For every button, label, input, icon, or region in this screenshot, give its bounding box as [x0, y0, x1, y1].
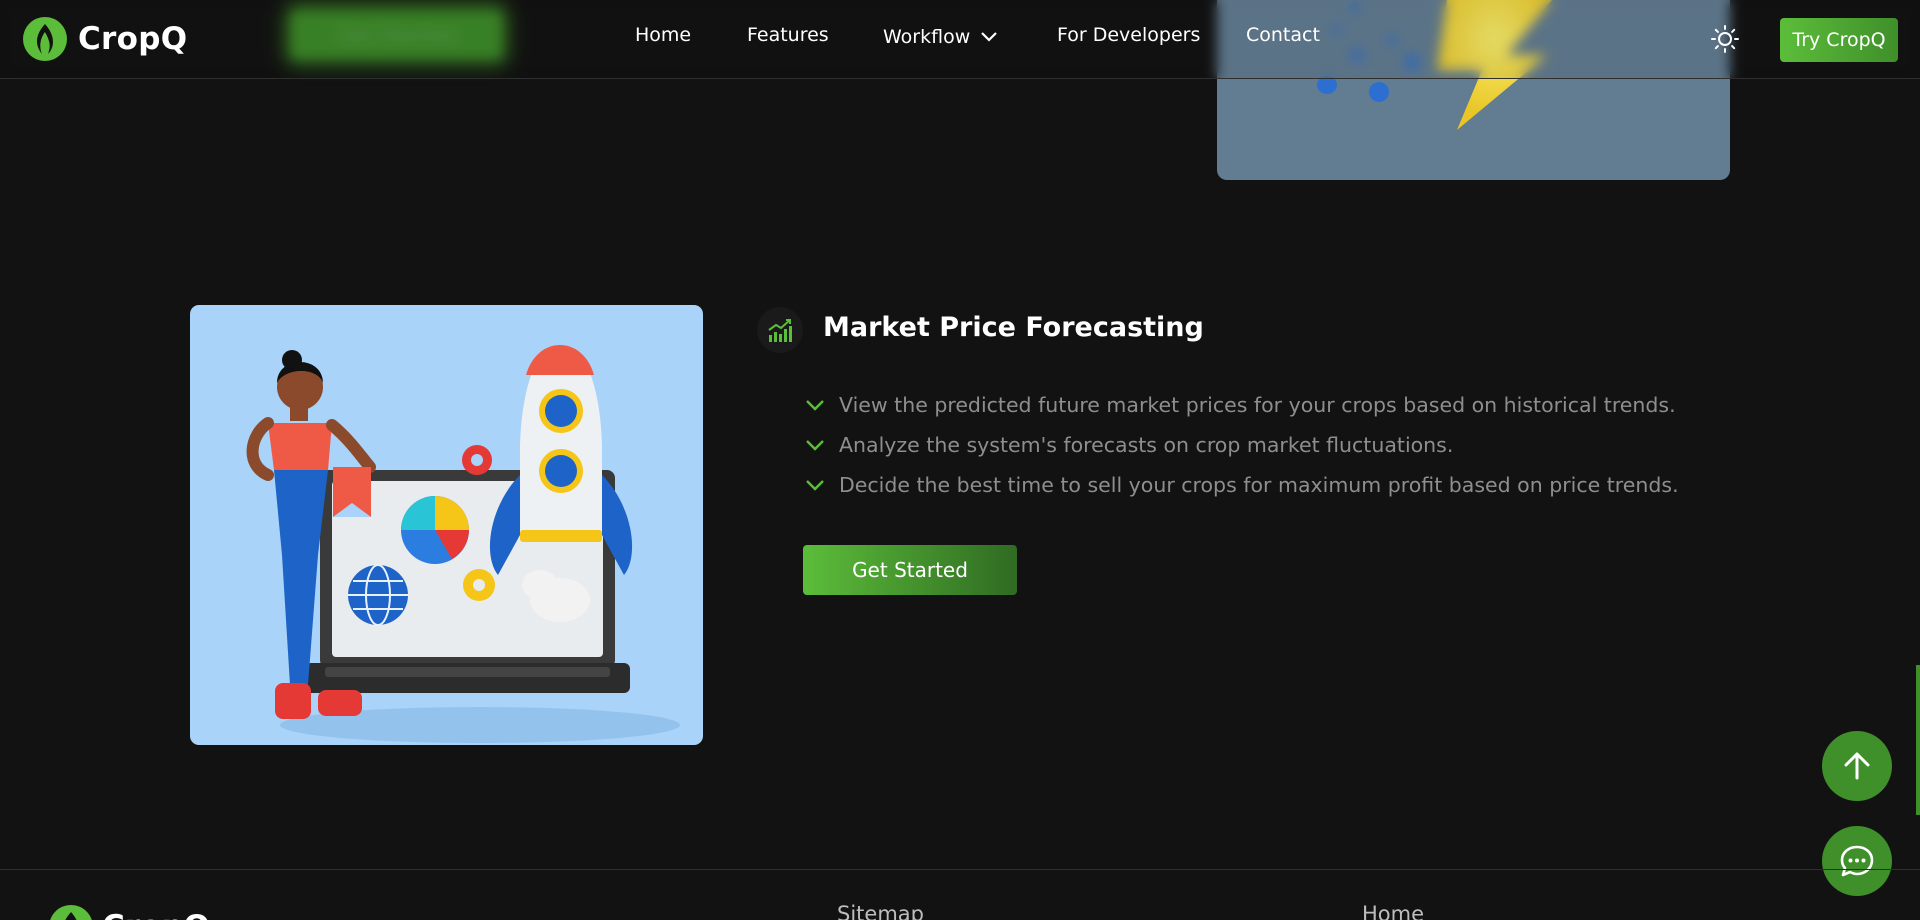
list-item: Decide the best time to sell your crops … — [805, 465, 1679, 505]
nav-workflow-label: Workflow — [883, 26, 971, 48]
scroll-to-top-button[interactable] — [1822, 731, 1892, 801]
list-item: Analyze the system's forecasts on crop m… — [805, 425, 1679, 465]
leaf-flame-logo-icon — [23, 17, 67, 61]
leaf-flame-logo-icon — [50, 905, 92, 920]
nav-contact[interactable]: Contact — [1246, 24, 1320, 46]
market-forecast-illustration — [190, 305, 703, 745]
brand-logo[interactable]: CropQ — [22, 16, 187, 62]
check-icon — [806, 400, 824, 411]
site-footer: CropQ Sitemap Home — [0, 869, 1920, 920]
sun-icon — [1711, 25, 1739, 53]
get-started-button[interactable]: Get Started — [803, 545, 1017, 595]
footer-brand-name: CropQ — [102, 909, 210, 920]
bullet-text: View the predicted future market prices … — [839, 393, 1676, 417]
arrow-up-icon — [1844, 752, 1870, 780]
footer-sitemap-heading: Sitemap — [837, 902, 924, 920]
scrollbar-thumb[interactable] — [1916, 665, 1920, 815]
top-navbar: CropQ Home Features Workflow For Develop… — [0, 0, 1920, 79]
chart-growth-icon — [768, 319, 792, 342]
nav-for-developers[interactable]: For Developers — [1057, 24, 1200, 46]
try-cropq-button[interactable]: Try CropQ — [1780, 18, 1898, 62]
feature-bullet-list: View the predicted future market prices … — [805, 385, 1679, 505]
check-icon — [806, 440, 824, 451]
bullet-text: Analyze the system's forecasts on crop m… — [839, 433, 1454, 457]
nav-home[interactable]: Home — [635, 24, 691, 46]
theme-toggle-button[interactable] — [1710, 24, 1740, 54]
feature-title: Market Price Forecasting — [823, 312, 1204, 343]
footer-home-heading: Home — [1362, 902, 1425, 920]
list-item: View the predicted future market prices … — [805, 385, 1679, 425]
footer-brand-logo[interactable]: CropQ — [48, 904, 210, 920]
bullet-text: Decide the best time to sell your crops … — [839, 473, 1679, 497]
nav-features[interactable]: Features — [747, 24, 829, 46]
chevron-down-icon — [981, 32, 998, 42]
brand-name: CropQ — [78, 21, 188, 57]
check-icon — [806, 480, 824, 491]
feature-icon-badge — [757, 307, 803, 353]
nav-workflow[interactable]: Workflow — [883, 26, 998, 48]
